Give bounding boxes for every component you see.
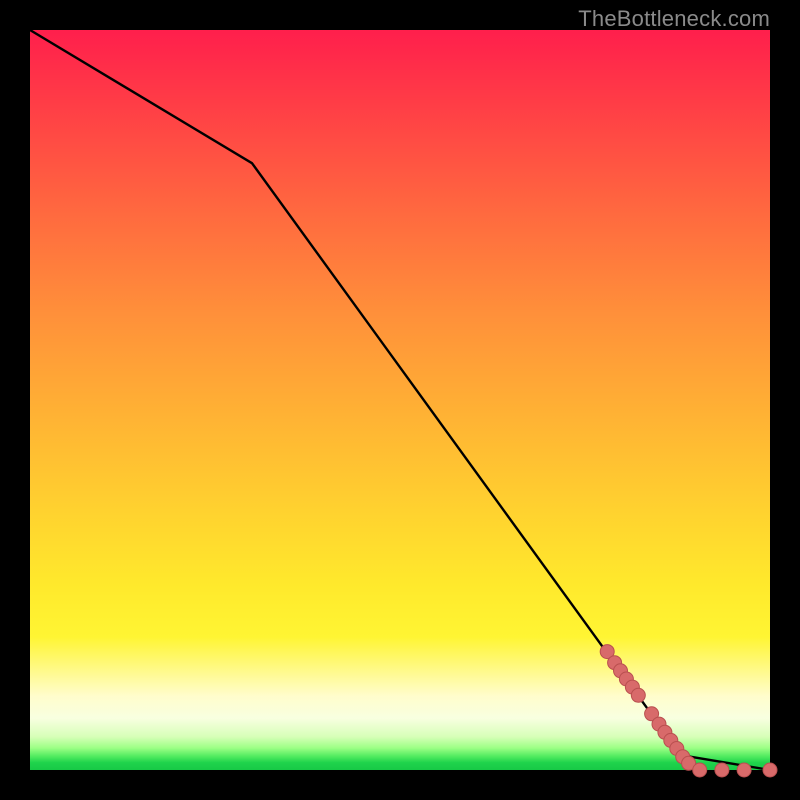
series-curve <box>30 30 770 770</box>
marker-group <box>600 645 777 777</box>
chart-frame: TheBottleneck.com <box>0 0 800 800</box>
data-point <box>715 763 729 777</box>
data-point <box>737 763 751 777</box>
chart-svg <box>30 30 770 770</box>
attribution-label: TheBottleneck.com <box>578 6 770 32</box>
data-point <box>693 763 707 777</box>
data-point <box>763 763 777 777</box>
data-point <box>631 688 645 702</box>
plot-area <box>30 30 770 770</box>
curve-path <box>30 30 770 770</box>
